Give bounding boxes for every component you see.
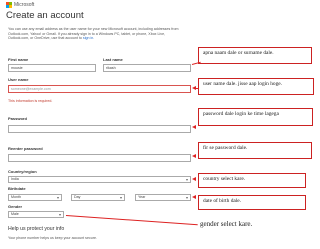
username-annotation: user name dale. jisse aap login hoge.	[198, 78, 314, 95]
reenter-password-label: Reenter password	[8, 146, 43, 151]
gender-label: Gender	[8, 204, 23, 209]
gender-select[interactable]: Male ▾	[8, 211, 64, 218]
birth-year-value: Year	[138, 195, 146, 199]
first-name-label: First name	[8, 57, 29, 62]
password-label: Password	[8, 116, 27, 121]
birth-annotation: date of birth dale.	[198, 195, 306, 210]
intro-paragraph: You can use any email address as the use…	[8, 27, 183, 41]
chevron-down-icon: ▾	[119, 195, 122, 200]
user-name-label: User name	[8, 77, 29, 82]
birth-month-value: Month	[11, 195, 21, 199]
reenter-password-input[interactable]	[8, 154, 191, 162]
reenter-annotation: fir se password dale.	[198, 142, 312, 159]
birth-month-select[interactable]: Month ▾	[8, 194, 62, 201]
country-label: Country/region	[8, 169, 37, 174]
logo-text: Microsoft	[14, 2, 35, 8]
last-name-input[interactable]: rikash	[103, 64, 191, 72]
chevron-down-icon: ▾	[185, 195, 188, 200]
help-heading: Help us protect your info	[8, 226, 65, 232]
chevron-down-icon: ▾	[58, 212, 61, 217]
username-arrow	[195, 88, 199, 89]
birth-day-select[interactable]: Day ▾	[71, 194, 125, 201]
gender-annotation: gender select kare.	[200, 220, 253, 228]
chevron-down-icon: ▾	[56, 195, 59, 200]
reenter-arrowhead	[192, 154, 196, 158]
gender-value: Male	[11, 212, 19, 216]
help-text: Your phone number helps us keep your acc…	[8, 236, 97, 240]
birth-year-select[interactable]: Year ▾	[135, 194, 191, 201]
password-annotation: password dale login ke time lagega	[198, 108, 313, 126]
country-arrowhead	[192, 177, 196, 181]
windows-logo-icon	[6, 2, 12, 8]
country-annotation: country select kare.	[198, 173, 306, 188]
last-name-label: Last name	[103, 57, 123, 62]
password-arrowhead	[192, 125, 196, 129]
birth-arrowhead	[192, 195, 196, 199]
name-annotation: apna naam dale or surname dale.	[198, 47, 312, 64]
password-input[interactable]	[8, 125, 191, 133]
sign-in-link[interactable]: sign in.	[83, 36, 94, 40]
birthdate-label: Birthdate	[8, 186, 26, 191]
gender-arrow	[65, 215, 198, 226]
microsoft-logo: Microsoft	[6, 2, 34, 8]
country-select[interactable]: India ▾	[8, 176, 191, 183]
first-name-input[interactable]: mousie	[8, 64, 96, 72]
country-value: India	[11, 177, 19, 181]
page-title: Create an account	[6, 10, 84, 21]
user-name-input[interactable]: someone@example.com	[8, 85, 191, 93]
user-name-error: This information is required.	[8, 99, 53, 103]
birth-day-value: Day	[74, 195, 81, 199]
chevron-down-icon: ▾	[185, 177, 188, 182]
